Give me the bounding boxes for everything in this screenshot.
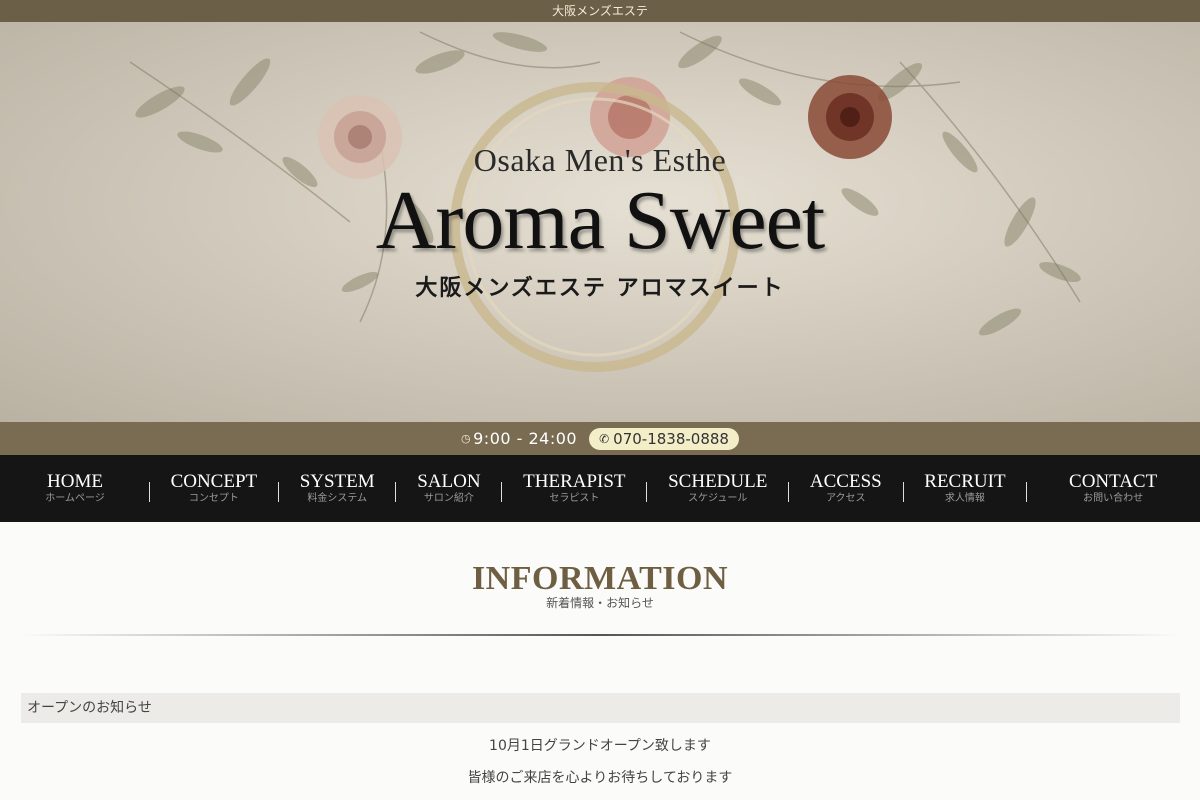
nav-label: CONCEPT bbox=[170, 470, 258, 492]
nav-divider bbox=[148, 481, 150, 502]
logo-japanese: 大阪メンズエステ アロマスイート bbox=[415, 275, 785, 301]
section-subtitle: 新着情報・お知らせ bbox=[546, 596, 654, 610]
nav-label: RECRUIT bbox=[924, 470, 1006, 492]
nav-divider bbox=[902, 481, 904, 502]
nav-divider bbox=[646, 481, 648, 502]
nav-sublabel: 求人情報 bbox=[944, 492, 985, 504]
main-nav: HOME ホームページ CONCEPT コンセプト SYSTEM 料金システム … bbox=[0, 455, 1200, 522]
nav-label: SYSTEM bbox=[299, 470, 375, 492]
hours-text: 9:00 - 24:00 bbox=[473, 429, 578, 448]
phone-number: 070-1838-0888 bbox=[613, 429, 729, 448]
nav-label: SALON bbox=[417, 470, 481, 492]
nav-item-home[interactable]: HOME ホームページ bbox=[22, 470, 128, 506]
nav-sublabel: コンセプト bbox=[188, 492, 239, 504]
nav-item-concept[interactable]: CONCEPT コンセプト bbox=[170, 470, 258, 506]
nav-item-access[interactable]: ACCESS アクセス bbox=[809, 470, 882, 506]
nav-sublabel: 料金システム bbox=[307, 492, 368, 504]
nav-divider bbox=[788, 481, 790, 502]
phone-button[interactable]: ✆ 070-1838-0888 bbox=[589, 427, 739, 450]
phone-icon: ✆ bbox=[599, 431, 610, 446]
nav-item-contact[interactable]: CONTACT お問い合わせ bbox=[1048, 470, 1178, 506]
nav-sublabel: ホームページ bbox=[45, 492, 105, 504]
hours-bar: ◷ 9:00 - 24:00 ✆ 070-1838-0888 bbox=[0, 422, 1200, 455]
nav-label: THERAPIST bbox=[523, 470, 626, 492]
nav-sublabel: セラピスト bbox=[549, 492, 600, 504]
nav-sublabel: サロン紹介 bbox=[423, 492, 474, 504]
section-title: INFORMATION bbox=[471, 560, 729, 597]
nav-divider bbox=[395, 481, 397, 502]
hero-banner: Osaka Men's Esthe Aroma Sweet 大阪メンズエステ ア… bbox=[0, 22, 1200, 422]
nav-divider bbox=[277, 481, 279, 502]
nav-label: HOME bbox=[47, 470, 103, 492]
logo-title[interactable]: Aroma Sweet bbox=[0, 172, 1200, 269]
nav-item-system[interactable]: SYSTEM 料金システム bbox=[299, 470, 375, 506]
section-divider bbox=[20, 634, 1180, 636]
nav-label: ACCESS bbox=[809, 470, 882, 492]
nav-label: CONTACT bbox=[1069, 470, 1158, 492]
nav-divider bbox=[501, 481, 503, 502]
clock-icon: ◷ bbox=[461, 432, 472, 445]
nav-item-recruit[interactable]: RECRUIT 求人情報 bbox=[924, 470, 1006, 506]
news-body-line: 皆様のご来店を心よりお待ちしております bbox=[467, 770, 733, 786]
nav-label: SCHEDULE bbox=[668, 470, 768, 492]
nav-item-salon[interactable]: SALON サロン紹介 bbox=[417, 470, 481, 506]
news-heading: オープンのお知らせ bbox=[21, 693, 1180, 723]
top-banner: 大阪メンズエステ bbox=[0, 0, 1200, 22]
nav-divider bbox=[1026, 481, 1028, 502]
nav-item-therapist[interactable]: THERAPIST セラピスト bbox=[523, 470, 626, 506]
news-body-line: 10月1日グランドオープン致します bbox=[489, 738, 711, 754]
nav-sublabel: スケジュール bbox=[688, 492, 748, 504]
nav-item-schedule[interactable]: SCHEDULE スケジュール bbox=[668, 470, 768, 506]
nav-sublabel: アクセス bbox=[826, 492, 866, 504]
nav-sublabel: お問い合わせ bbox=[1083, 492, 1144, 504]
business-hours: ◷ 9:00 - 24:00 bbox=[461, 429, 577, 448]
